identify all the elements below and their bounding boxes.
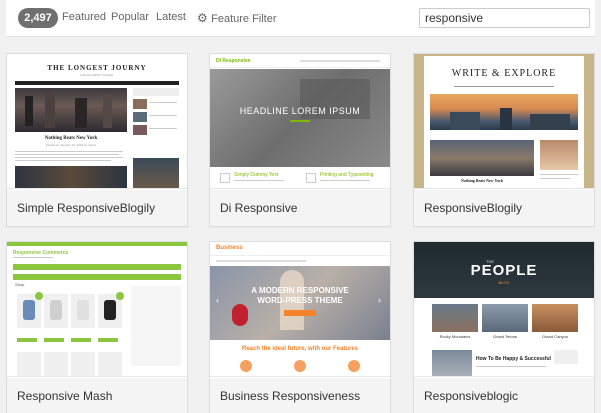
preview-hero-line-1: A MODERN RESPONSIVE — [251, 286, 349, 295]
theme-card-responsiveblogily[interactable]: WRITE & EXPLORE Nothing Beats New York R… — [413, 53, 595, 227]
preview-blog-label: BLOG — [498, 280, 510, 285]
theme-name: Responsive Mash — [7, 378, 187, 413]
theme-card-di-responsive[interactable]: Di Responsive HEADLINE LOREM IPSUM Simpl… — [209, 53, 391, 227]
chevron-left-icon[interactable]: ‹ — [216, 295, 219, 305]
preview-tagline: Reach the ideal future, with our Feature… — [241, 346, 359, 352]
gear-icon: ⚙ — [197, 11, 208, 25]
preview-article: How To Be Happy & Successful — [476, 356, 551, 362]
tab-featured[interactable]: Featured — [62, 11, 106, 23]
preview-hero-image — [430, 94, 578, 130]
preview-post-title: Nothing Beats New York — [461, 178, 503, 183]
chevron-right-icon[interactable]: › — [378, 295, 381, 305]
preview-title: PEOPLE — [470, 262, 538, 279]
preview-logo: Business — [216, 245, 243, 251]
theme-name: Di Responsive — [210, 190, 390, 226]
preview-post-2: Grand Tetons — [493, 334, 517, 339]
theme-count-badge: 2,497 — [18, 8, 58, 28]
preview-title: WRITE & EXPLORE — [451, 68, 557, 79]
preview-hero — [210, 69, 390, 167]
preview-hero-line-2: WORD-PRESS THEME — [257, 296, 343, 305]
preview-feature-1: Simply Dummy Text — [234, 172, 279, 178]
theme-name: ResponsiveBlogily — [414, 190, 594, 226]
preview-logo: Responsive Commerce — [13, 250, 69, 256]
theme-name: Responsiveblogic — [414, 378, 594, 413]
preview-headline: HEADLINE LOREM IPSUM — [239, 106, 361, 116]
preview-post-meta: Posted on January 22, 2018 by admin — [45, 143, 97, 147]
preview-nav — [15, 81, 179, 85]
theme-screenshot[interactable]: WRITE & EXPLORE Nothing Beats New York — [414, 54, 594, 189]
preview-shop-label: Shop — [15, 282, 25, 287]
theme-card-business-responsiveness[interactable]: Business A MODERN RESPONSIVE WORD-PRESS … — [209, 241, 391, 413]
feature-filter-label: Feature Filter — [211, 13, 277, 25]
preview-hero-image — [15, 88, 127, 132]
theme-card-simple-responsiveblogily[interactable]: THE LONGEST JOURNY A BLOG ABOUT TRAVEL N… — [6, 53, 188, 227]
preview-feature-2: Printing and Typesetting — [320, 172, 374, 178]
search-input[interactable] — [419, 8, 590, 28]
theme-card-responsive-mash[interactable]: Responsive Commerce Shop Responsive Mash — [6, 241, 188, 413]
preview-post-1: Rocky Mountains — [439, 334, 471, 339]
feature-filter-button[interactable]: ⚙ Feature Filter — [197, 11, 277, 26]
theme-screenshot[interactable]: THE PEOPLE BLOG Rocky Mountains Grand Te… — [414, 242, 594, 377]
theme-name: Simple ResponsiveBlogily — [7, 190, 187, 226]
theme-screenshot[interactable]: Responsive Commerce Shop — [7, 242, 187, 377]
tab-popular[interactable]: Popular — [111, 11, 149, 23]
preview-title: THE LONGEST JOURNY — [47, 64, 147, 72]
theme-name: Business Responsiveness — [210, 378, 390, 413]
preview-post-title: Nothing Beats New York — [44, 136, 98, 141]
theme-card-responsiveblogic[interactable]: THE PEOPLE BLOG Rocky Mountains Grand Te… — [413, 241, 595, 413]
theme-screenshot[interactable]: Di Responsive HEADLINE LOREM IPSUM Simpl… — [210, 54, 390, 189]
preview-post-3: Grand Canyon — [541, 334, 568, 339]
theme-filter-bar: 2,497 Featured Popular Latest ⚙ Feature … — [6, 0, 595, 37]
preview-subtitle: A BLOG ABOUT TRAVEL — [79, 73, 115, 77]
theme-screenshot[interactable]: THE LONGEST JOURNY A BLOG ABOUT TRAVEL N… — [7, 54, 187, 189]
preview-logo: Di Responsive — [216, 58, 251, 64]
tab-latest[interactable]: Latest — [156, 11, 186, 23]
theme-screenshot[interactable]: Business A MODERN RESPONSIVE WORD-PRESS … — [210, 242, 390, 377]
